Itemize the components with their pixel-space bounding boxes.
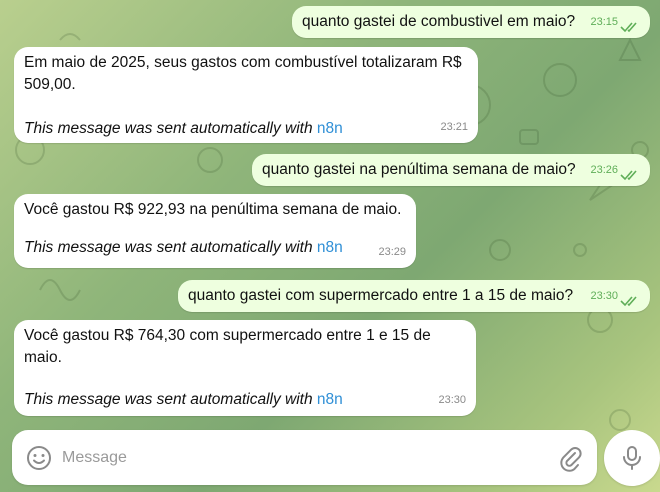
double-check-icon (620, 296, 637, 307)
message-text: quanto gastei de combustivel em maio? (302, 13, 576, 30)
incoming-message[interactable]: Você gastou R$ 764,30 com supermercado e… (14, 320, 476, 416)
message-time: 23:15 (590, 16, 618, 28)
n8n-link[interactable]: n8n (317, 120, 343, 137)
incoming-message[interactable]: Em maio de 2025, seus gastos com combust… (14, 47, 478, 143)
double-check-icon (620, 170, 637, 181)
message-time: 23:26 (590, 164, 618, 176)
message-text: quanto gastei na penúltima semana de mai… (262, 161, 576, 178)
n8n-link[interactable]: n8n (317, 391, 343, 408)
message-time: 23:21 (440, 121, 468, 133)
message-time: 23:29 (378, 246, 406, 258)
microphone-icon (623, 446, 641, 470)
paperclip-icon[interactable] (557, 444, 583, 472)
auto-sent-note: This message was sent automatically with… (24, 237, 404, 259)
auto-sent-note: This message was sent automatically with… (24, 118, 466, 140)
auto-sent-prefix: This message was sent automatically with (24, 391, 313, 408)
n8n-link[interactable]: n8n (317, 239, 343, 256)
message-text: Você gastou R$ 922,93 na penúltima seman… (24, 201, 402, 218)
message-text: Você gastou R$ 764,30 com supermercado e… (24, 327, 431, 366)
microphone-button[interactable] (604, 430, 660, 486)
auto-sent-note: This message was sent automatically with… (24, 389, 464, 411)
auto-sent-prefix: This message was sent automatically with (24, 120, 313, 137)
chat-history: quanto gastei de combustivel em maio? 23… (0, 0, 660, 430)
outgoing-message[interactable]: quanto gastei na penúltima semana de mai… (252, 154, 650, 186)
double-check-icon (620, 22, 637, 33)
outgoing-message[interactable]: quanto gastei de combustivel em maio? 23… (292, 6, 650, 38)
message-composer (12, 430, 597, 485)
incoming-message[interactable]: Você gastou R$ 922,93 na penúltima seman… (14, 194, 416, 268)
message-time: 23:30 (590, 290, 618, 302)
outgoing-message[interactable]: quanto gastei com supermercado entre 1 a… (178, 280, 650, 312)
message-input[interactable] (62, 444, 542, 472)
message-time: 23:30 (438, 394, 466, 406)
message-text: quanto gastei com supermercado entre 1 a… (188, 287, 574, 304)
auto-sent-prefix: This message was sent automatically with (24, 239, 313, 256)
message-text: Em maio de 2025, seus gastos com combust… (24, 54, 462, 93)
smile-icon[interactable] (26, 445, 52, 471)
